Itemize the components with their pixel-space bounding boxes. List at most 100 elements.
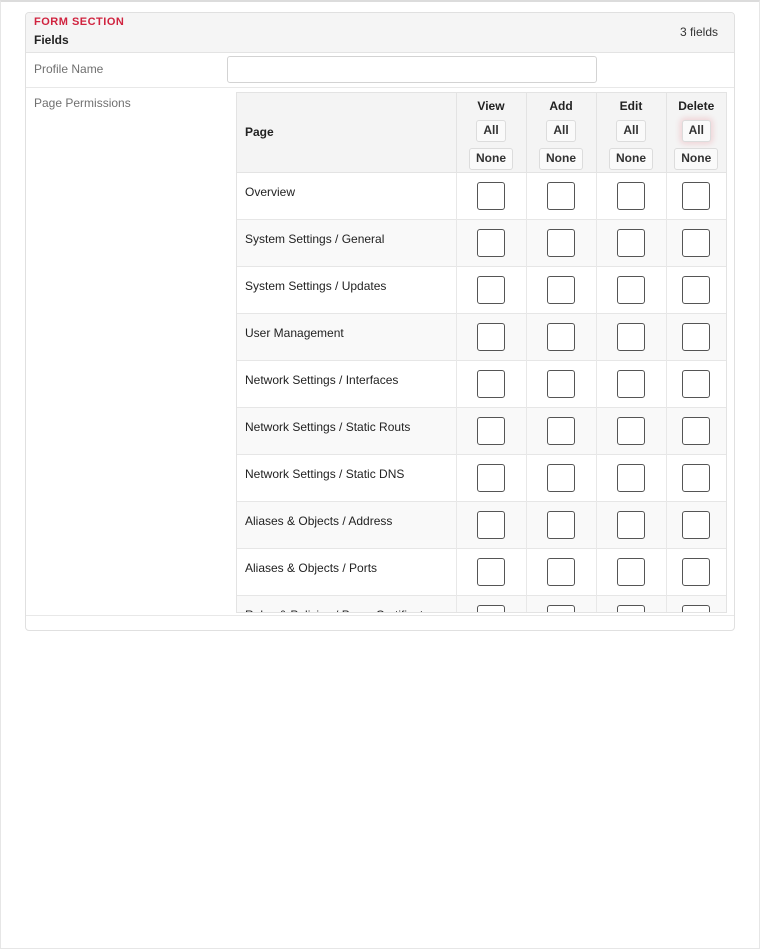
add-permission-checkbox[interactable] bbox=[547, 369, 575, 398]
delete-permission-checkbox[interactable] bbox=[682, 275, 711, 304]
permission-page-cell: Rules & Policies / Proxy Certificates bbox=[237, 595, 456, 613]
view-permission-checkbox[interactable] bbox=[477, 228, 505, 257]
delete-permission-checkbox[interactable] bbox=[682, 322, 711, 351]
edit-permission-checkbox[interactable] bbox=[617, 228, 645, 257]
edit-permission-checkbox[interactable] bbox=[617, 369, 645, 398]
edit-permission-cell bbox=[595, 454, 666, 501]
view-permission-checkbox[interactable] bbox=[477, 369, 505, 398]
add-permission-cell bbox=[525, 313, 596, 360]
edit-permission-cell bbox=[595, 548, 666, 595]
edit-permission-checkbox[interactable] bbox=[617, 275, 645, 304]
view-none-button[interactable]: None bbox=[469, 148, 513, 170]
add-column-header: Add All None bbox=[525, 93, 596, 172]
view-permission-cell bbox=[455, 360, 526, 407]
edit-permission-checkbox[interactable] bbox=[617, 510, 645, 539]
delete-permission-checkbox[interactable] bbox=[682, 557, 711, 586]
edit-permission-cell bbox=[595, 219, 666, 266]
profile-name-input[interactable] bbox=[227, 56, 597, 83]
edit-all-button[interactable]: All bbox=[616, 120, 646, 142]
add-column-title: Add bbox=[549, 99, 573, 113]
add-permission-cell bbox=[525, 172, 596, 219]
view-permission-checkbox[interactable] bbox=[477, 557, 505, 586]
permission-page-name: System Settings / General bbox=[245, 231, 385, 246]
delete-permission-cell bbox=[665, 313, 726, 360]
delete-permission-checkbox[interactable] bbox=[682, 228, 711, 257]
delete-column-header: Delete All None bbox=[665, 93, 726, 172]
permission-row: System Settings / Updates bbox=[237, 266, 726, 313]
add-none-button[interactable]: None bbox=[539, 148, 583, 170]
edit-column-header: Edit All None bbox=[595, 93, 666, 172]
delete-permission-checkbox[interactable] bbox=[682, 369, 711, 398]
add-permission-checkbox[interactable] bbox=[547, 510, 575, 539]
view-permission-checkbox[interactable] bbox=[477, 510, 505, 539]
delete-permission-checkbox[interactable] bbox=[682, 604, 711, 612]
page-permissions-row: Page Permissions Page View All None Add … bbox=[26, 88, 734, 616]
delete-permission-cell bbox=[665, 454, 726, 501]
edit-permission-cell bbox=[595, 360, 666, 407]
delete-column-title: Delete bbox=[678, 99, 715, 113]
delete-permission-checkbox[interactable] bbox=[682, 416, 711, 445]
edit-permission-checkbox[interactable] bbox=[617, 416, 645, 445]
add-permission-cell bbox=[525, 219, 596, 266]
edit-permission-checkbox[interactable] bbox=[617, 557, 645, 586]
add-permission-checkbox[interactable] bbox=[547, 275, 575, 304]
add-permission-checkbox[interactable] bbox=[547, 416, 575, 445]
edit-permission-cell bbox=[595, 266, 666, 313]
permission-page-cell: User Management bbox=[237, 313, 456, 360]
view-permission-checkbox[interactable] bbox=[477, 463, 505, 492]
permission-page-name: User Management bbox=[245, 325, 344, 340]
permission-page-cell: Overview bbox=[237, 172, 456, 219]
form-section-panel: FORM SECTION Fields 3 fields Profile Nam… bbox=[25, 12, 735, 631]
view-all-button[interactable]: All bbox=[476, 120, 506, 142]
view-permission-checkbox[interactable] bbox=[477, 181, 505, 210]
view-permission-checkbox[interactable] bbox=[477, 275, 505, 304]
add-permission-cell bbox=[525, 501, 596, 548]
delete-permission-checkbox[interactable] bbox=[682, 463, 711, 492]
view-permission-cell bbox=[455, 219, 526, 266]
edit-none-button[interactable]: None bbox=[609, 148, 653, 170]
edit-permission-checkbox[interactable] bbox=[617, 463, 645, 492]
permission-row: User Management bbox=[237, 313, 726, 360]
add-permission-checkbox[interactable] bbox=[547, 228, 575, 257]
view-permission-checkbox[interactable] bbox=[477, 322, 505, 351]
view-permission-checkbox[interactable] bbox=[477, 604, 505, 612]
permissions-header-row: Page View All None Add All None Edit All… bbox=[237, 93, 726, 172]
panel-footer bbox=[26, 616, 734, 630]
delete-none-button[interactable]: None bbox=[674, 148, 719, 170]
permission-row: Overview bbox=[237, 172, 726, 219]
add-permission-checkbox[interactable] bbox=[547, 463, 575, 492]
add-permission-cell bbox=[525, 595, 596, 612]
delete-permission-cell bbox=[665, 548, 726, 595]
section-label: FORM SECTION bbox=[34, 16, 125, 28]
add-permission-cell bbox=[525, 548, 596, 595]
delete-permission-checkbox[interactable] bbox=[682, 181, 711, 210]
permission-page-name: Rules & Policies / Proxy Certificates bbox=[245, 608, 436, 613]
profile-name-row: Profile Name bbox=[26, 53, 734, 88]
add-all-button[interactable]: All bbox=[546, 120, 576, 142]
view-permission-cell bbox=[455, 501, 526, 548]
section-title: Fields bbox=[34, 33, 69, 47]
view-permission-cell bbox=[455, 407, 526, 454]
add-permission-checkbox[interactable] bbox=[547, 181, 575, 210]
field-count: 3 fields bbox=[679, 25, 718, 39]
view-permission-checkbox[interactable] bbox=[477, 416, 505, 445]
edit-permission-checkbox[interactable] bbox=[617, 181, 645, 210]
add-permission-checkbox[interactable] bbox=[547, 322, 575, 351]
view-column-title: View bbox=[477, 99, 505, 113]
view-permission-cell bbox=[455, 313, 526, 360]
delete-all-button[interactable]: All bbox=[681, 120, 711, 142]
edit-permission-checkbox[interactable] bbox=[617, 604, 645, 612]
page-permissions-label: Page Permissions bbox=[34, 96, 131, 110]
permission-page-cell: Network Settings / Interfaces bbox=[237, 360, 456, 407]
edit-permission-checkbox[interactable] bbox=[617, 322, 645, 351]
delete-permission-checkbox[interactable] bbox=[682, 510, 711, 539]
edit-permission-cell bbox=[595, 313, 666, 360]
permissions-table-scroll[interactable]: Page View All None Add All None Edit All… bbox=[236, 92, 727, 613]
delete-permission-cell bbox=[665, 266, 726, 313]
delete-permission-cell bbox=[665, 360, 726, 407]
permission-page-cell: System Settings / Updates bbox=[237, 266, 456, 313]
add-permission-checkbox[interactable] bbox=[547, 604, 575, 612]
add-permission-checkbox[interactable] bbox=[547, 557, 575, 586]
permission-page-cell: System Settings / General bbox=[237, 219, 456, 266]
permission-page-cell: Aliases & Objects / Ports bbox=[237, 548, 456, 595]
